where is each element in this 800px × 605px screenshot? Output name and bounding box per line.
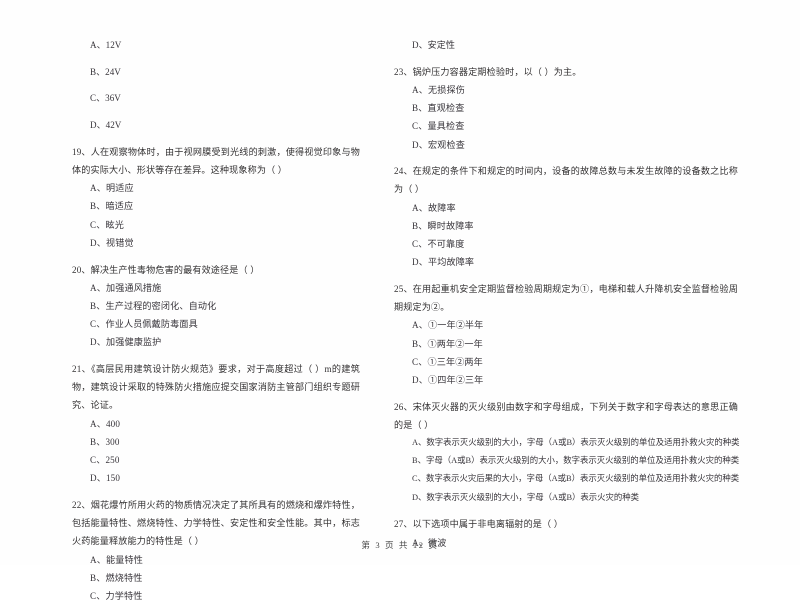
list-item: C、36V	[90, 93, 121, 104]
list-item: B、24V	[90, 66, 121, 77]
option-c: C、眩光	[90, 219, 124, 230]
option-d: D、宏观检查	[412, 139, 465, 150]
option-a: A、数字表示灭火级别的大小，字母（A或B）表示灭火级别的单位及适用扑救火灾的种类	[412, 438, 740, 448]
question-stem: 27、以下选项中属于非电离辐射的是（ ）	[394, 519, 563, 530]
list-item: D、安定性	[412, 40, 455, 50]
question-stem: 23、锅炉压力容器定期检验时，以（ ）为主。	[394, 66, 582, 77]
page-footer: 第 3 页 共 12 页	[361, 540, 439, 550]
option-c: C、①三年②两年	[412, 356, 483, 367]
option-c: C、不可靠度	[412, 239, 465, 250]
option-b: B、燃烧特性	[90, 572, 143, 583]
question-stem: 20、解决生产性毒物危害的最有效途径是（ ）	[72, 264, 260, 275]
question-stem: 19、人在观察物体时，由于视网膜受到光线的刺激，使得视觉印象与物体的实际大小、形…	[72, 146, 360, 176]
option-b: B、暗适应	[90, 201, 134, 212]
list-item: D、42V	[90, 120, 122, 131]
option-a: A、①一年②半年	[412, 320, 484, 331]
option-d: D、150	[90, 473, 121, 484]
question-25: 25、在用起重机安全定期监督检验周期规定为①，电梯和载人升降机安全监督检验周期规…	[394, 280, 738, 389]
question-stem: 24、在规定的条件下和规定的时间内，设备的故障总数与未发生故障的设备数之比称为（…	[394, 166, 738, 195]
question-26: 26、宋体灭火器的灭火级别由数字和字母组成，下列关于数字和字母表达的意思正确的是…	[394, 398, 740, 507]
question-23: 23、锅炉压力容器定期检验时，以（ ）为主。 A、无损探伤 B、直观检查 C、量…	[394, 63, 738, 154]
option-b: B、300	[90, 436, 120, 447]
option-c: C、数字表示火灾后果的大小，字母（A或B）表示灭火级别的单位及适用扑救火灾的种类	[412, 474, 740, 484]
option-d: D、加强健康监护	[90, 337, 162, 348]
option-b: B、生产过程的密闭化、自动化	[90, 300, 217, 311]
option-b: B、瞬时故障率	[412, 220, 474, 231]
list-item: A、12V	[90, 40, 122, 50]
question-20: 20、解决生产性毒物危害的最有效途径是（ ） A、加强通风措施 B、生产过程的密…	[72, 261, 360, 352]
option-a: A、故障率	[412, 202, 456, 213]
option-c: C、力学特性	[90, 590, 143, 601]
option-b: B、字母（A或B）表示灭火级别的大小，数字表示灭火级别的单位及适用扑救火灾的种类	[412, 456, 740, 466]
left-column: A、12V B、24V C、36V D、42V 19、人在观察物体时，由于视网膜…	[0, 36, 360, 601]
option-b: B、直观检查	[412, 103, 465, 114]
option-a: A、明适应	[90, 183, 134, 194]
option-d: D、视错觉	[90, 237, 134, 248]
question-21: 21、《高层民用建筑设计防火规范》要求，对于高度超过（ ）m的建筑物，建筑设计采…	[72, 360, 360, 487]
option-d: D、平均故障率	[412, 257, 475, 268]
option-a: A、加强通风措施	[90, 282, 162, 293]
question-24: 24、在规定的条件下和规定的时间内，设备的故障总数与未发生故障的设备数之比称为（…	[394, 162, 738, 271]
question-stem: 25、在用起重机安全定期监督检验周期规定为①，电梯和载人升降机安全监督检验周期规…	[394, 283, 738, 313]
two-column-body: A、12V B、24V C、36V D、42V 19、人在观察物体时，由于视网膜…	[0, 36, 800, 601]
question-stem: 26、宋体灭火器的灭火级别由数字和字母组成，下列关于数字和字母表达的意思正确的是…	[394, 401, 738, 430]
option-d: D、①四年②三年	[412, 374, 484, 385]
option-c: C、250	[90, 455, 120, 466]
option-c: C、量具检查	[412, 121, 465, 132]
question-19: 19、人在观察物体时，由于视网膜受到光线的刺激，使得视觉印象与物体的实际大小、形…	[72, 143, 360, 252]
option-a: A、能量特性	[90, 554, 143, 565]
option-a: A、无损探伤	[412, 84, 465, 95]
option-b: B、①两年②一年	[412, 338, 483, 349]
option-a: A、400	[90, 418, 121, 429]
question-stem: 21、《高层民用建筑设计防火规范》要求，对于高度超过（ ）m的建筑物，建筑设计采…	[72, 364, 360, 411]
option-c: C、作业人员佩戴防毒面具	[90, 319, 198, 330]
right-column: D、安定性 23、锅炉压力容器定期检验时，以（ ）为主。 A、无损探伤 B、直观…	[378, 36, 740, 548]
exam-page: A、12V B、24V C、36V D、42V 19、人在观察物体时，由于视网膜…	[0, 0, 800, 601]
option-d: D、数字表示灭火级别的大小，字母（A或B）表示火灾的种类	[412, 492, 640, 502]
